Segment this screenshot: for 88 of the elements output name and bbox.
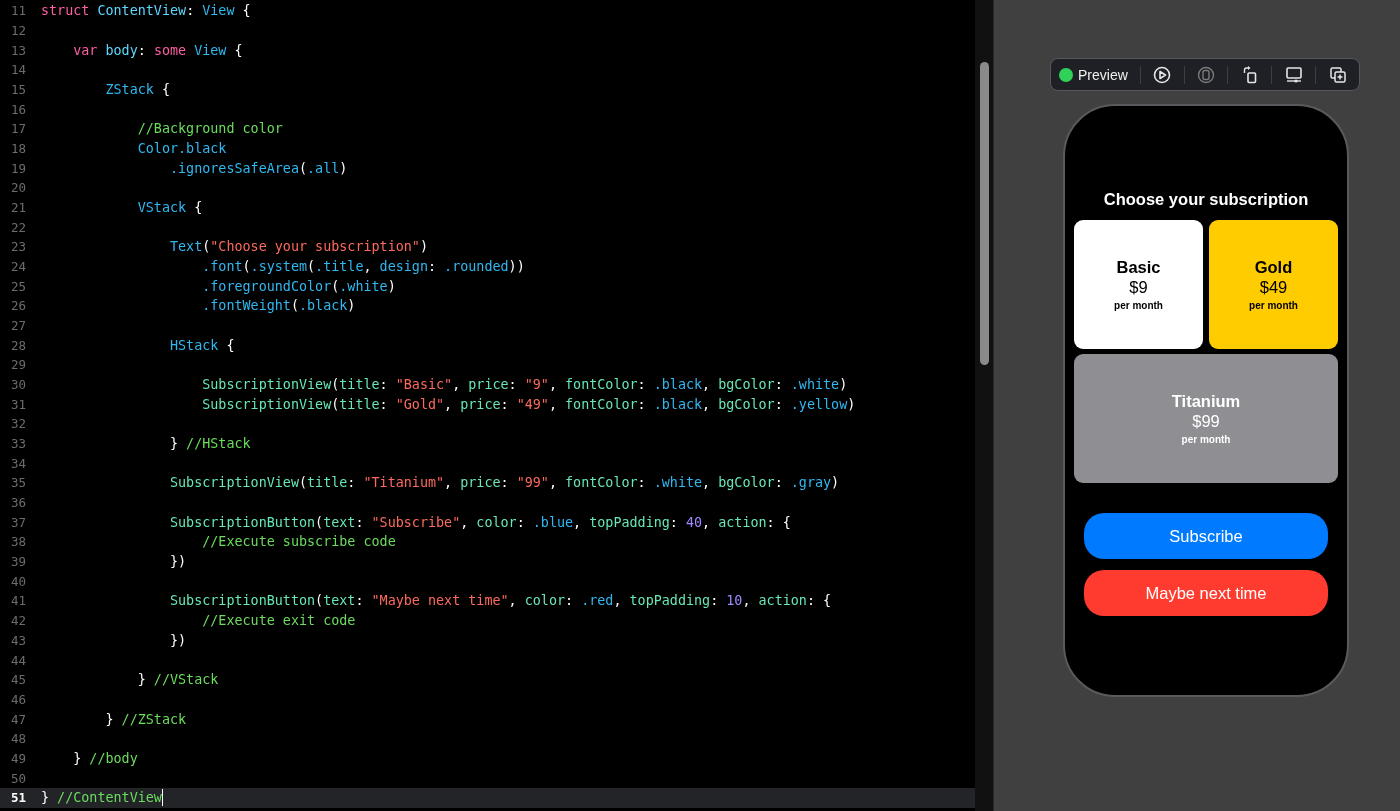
screen-title: Choose your subscription	[1103, 190, 1309, 210]
line-number: 48	[9, 731, 26, 747]
line-number: 51	[9, 790, 26, 806]
line-number: 45	[9, 672, 26, 688]
code-line: } //body	[72, 750, 138, 766]
line-number: 25	[9, 278, 26, 294]
code-line: //Execute subscribe code	[201, 534, 396, 550]
line-number: 38	[9, 534, 26, 550]
code-line: //Execute exit code	[201, 613, 356, 629]
plan-title: Basic	[1116, 258, 1161, 277]
line-number: 32	[9, 416, 26, 432]
line-number: 23	[9, 239, 26, 255]
line-number: 40	[9, 573, 26, 589]
code-line: //Background color	[136, 121, 283, 137]
line-number: 46	[9, 691, 26, 707]
line-number: 30	[9, 377, 26, 393]
line-number: 44	[9, 652, 26, 668]
plan-period: per month	[1249, 300, 1298, 311]
line-number: 28	[9, 337, 26, 353]
code-line: HStack {	[169, 337, 235, 353]
dismiss-button[interactable]: Maybe next time	[1084, 570, 1328, 616]
line-number: 41	[9, 593, 26, 609]
code-line: var body: some View {	[72, 42, 243, 58]
display-icon[interactable]	[1283, 64, 1304, 85]
preview-label: Preview	[1078, 66, 1128, 83]
line-number: 13	[9, 42, 26, 58]
duplicate-icon[interactable]	[1327, 64, 1348, 85]
code-line: .foregroundColor(.white)	[201, 278, 396, 294]
plan-price: $49	[1259, 278, 1288, 297]
code-line: ZStack {	[104, 82, 170, 97]
line-number: 15	[9, 82, 26, 97]
line-number: 43	[9, 632, 26, 648]
line-number: 17	[9, 121, 26, 137]
subscription-card[interactable]: Basic $9 per month	[1074, 220, 1203, 349]
line-number: 22	[9, 219, 26, 235]
play-circle-icon[interactable]	[1152, 64, 1173, 85]
plan-title: Gold	[1254, 258, 1293, 277]
plan-title: Titanium	[1171, 392, 1241, 411]
code-line: .font(.system(.title, design: .rounded))	[201, 259, 525, 275]
line-number: 37	[9, 514, 26, 530]
line-number: 27	[9, 318, 26, 334]
line-number: 42	[9, 613, 26, 629]
code-line: })	[169, 632, 187, 648]
code-line: } //ZStack	[104, 711, 187, 727]
code-line: } //ContentView	[41, 790, 162, 806]
code-line: } //HStack	[169, 436, 251, 452]
code-line: SubscriptionView(title: "Basic", price: "9", fontColor: .black, bgColor: .white)	[201, 377, 848, 393]
line-number: 35	[9, 475, 26, 491]
code-line: SubscriptionButton(text: "Maybe next time", color: .red, topPadding: 10, action: {	[169, 593, 832, 609]
code-line: Color.black	[136, 141, 227, 157]
line-number: 14	[9, 62, 26, 78]
line-number: 26	[9, 298, 26, 314]
code-line: SubscriptionView(title: "Gold", price: "49", fontColor: .black, bgColor: .yellow)	[201, 396, 856, 412]
code-line: SubscriptionButton(text: "Subscribe", color: .blue, topPadding: 40, action: {	[169, 514, 791, 530]
plan-period: per month	[1181, 434, 1231, 445]
code-line: .ignoresSafeArea(.all)	[169, 160, 348, 176]
line-number: 20	[9, 180, 26, 196]
line-number: 11	[9, 3, 26, 19]
scrollbar-thumb[interactable]	[980, 62, 989, 365]
preview-button[interactable]: Preview	[1051, 66, 1140, 83]
line-number: 21	[9, 200, 26, 216]
text-cursor	[161, 789, 164, 807]
line-number: 36	[9, 495, 26, 511]
plan-price: $99	[1192, 412, 1220, 431]
line-number: 33	[9, 436, 26, 452]
line-number: 47	[9, 711, 26, 727]
line-number: 16	[9, 101, 26, 117]
line-number: 50	[9, 770, 26, 786]
line-number: 39	[9, 554, 26, 570]
code-line: })	[169, 554, 187, 570]
plan-period: per month	[1114, 300, 1163, 311]
code-line: } //VStack	[136, 672, 219, 688]
line-number: 19	[9, 160, 26, 176]
line-number: 12	[9, 23, 26, 38]
line-number: 34	[9, 455, 26, 471]
code-line: VStack {	[136, 200, 203, 216]
code-line: SubscriptionView(title: "Titanium", price: "99", fontColor: .white, bgColor: .gray)	[169, 475, 840, 491]
line-number: 31	[9, 396, 26, 412]
line-number: 18	[9, 141, 26, 157]
line-number: 29	[9, 357, 26, 373]
code-line: Text("Choose your subscription")	[169, 239, 428, 255]
line-number: 24	[9, 259, 26, 275]
line-number: 49	[9, 750, 26, 766]
code-line: .fontWeight(.black)	[201, 298, 356, 314]
code-line: struct ContentView: View {	[41, 3, 251, 19]
subscribe-button[interactable]: Subscribe	[1084, 513, 1328, 559]
plan-price: $9	[1129, 278, 1148, 297]
subscription-card[interactable]: Gold $49 per month	[1209, 220, 1338, 349]
